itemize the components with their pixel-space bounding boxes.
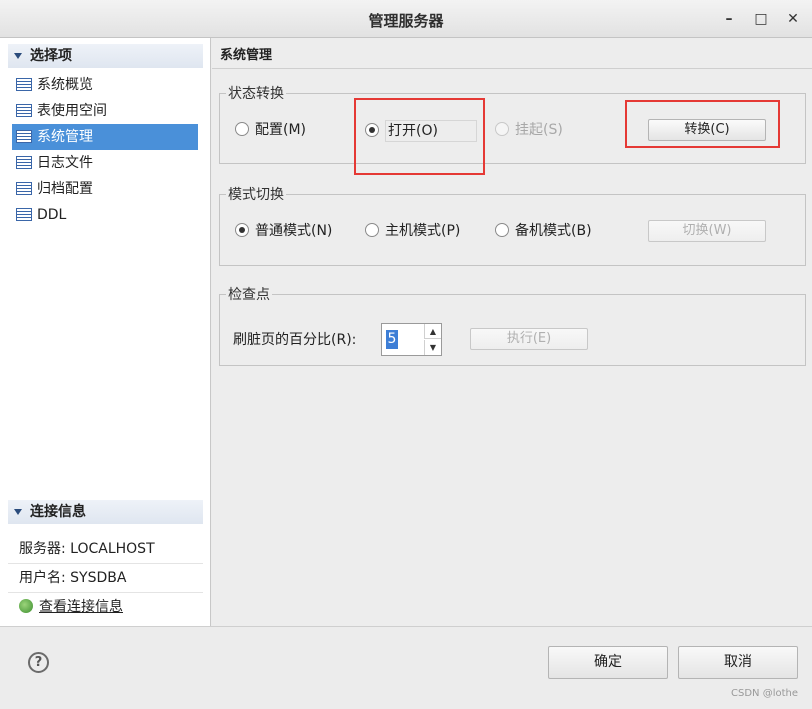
mode-switch-legend: 模式切换 (226, 184, 286, 204)
table-icon (16, 130, 32, 143)
watermark: CSDN @lothe (731, 688, 798, 699)
radio-icon (235, 122, 249, 136)
view-connection-link[interactable]: 查看连接信息 (8, 593, 203, 622)
options-header[interactable]: 选择项 (8, 44, 203, 68)
tree-item-system-management[interactable]: 系统管理 (12, 124, 198, 150)
title-bar: 管理服务器 – □ ✕ (0, 0, 812, 38)
spinner-down-icon[interactable]: ▼ (424, 340, 441, 355)
checkpoint-group: 检查点 刷脏页的百分比(R): 5 ▲ ▼ 执行(E) (219, 284, 806, 366)
table-icon (16, 156, 32, 169)
table-icon (16, 208, 32, 221)
window-title: 管理服务器 (368, 12, 444, 30)
tree-item-log-files[interactable]: 日志文件 (12, 150, 198, 176)
help-icon[interactable]: ? (28, 652, 49, 673)
checkpoint-legend: 检查点 (226, 284, 272, 304)
collapse-triangle-icon (14, 509, 22, 515)
table-icon (16, 104, 32, 117)
spinner-up-icon[interactable]: ▲ (424, 324, 441, 339)
connection-header[interactable]: 连接信息 (8, 500, 203, 524)
tree-item-table-space[interactable]: 表使用空间 (12, 98, 198, 124)
connection-icon (19, 599, 33, 613)
radio-icon (365, 223, 379, 237)
mode-switch-group: 模式切换 普通模式(N) 主机模式(P) 备机模式(B) 切换(W) (219, 184, 806, 266)
dirty-page-percent-spinner[interactable]: 5 ▲ ▼ (381, 323, 442, 356)
user-info: 用户名: SYSDBA (8, 564, 203, 593)
minimize-icon[interactable]: – (718, 8, 740, 30)
radio-standby-mode[interactable]: 备机模式(B) (495, 221, 592, 241)
radio-icon (495, 223, 509, 237)
left-pane: 选择项 系统概览 表使用空间 系统管理 日志文件 归档配置 DDL 连接信息 服… (0, 38, 211, 626)
ok-button[interactable]: 确定 (548, 646, 668, 679)
connection-info: 服务器: LOCALHOST 用户名: SYSDBA 查看连接信息 (8, 535, 203, 622)
maximize-icon[interactable]: □ (750, 8, 772, 30)
state-transition-legend: 状态转换 (226, 83, 286, 103)
radio-suspend: 挂起(S) (495, 120, 563, 140)
table-icon (16, 78, 32, 91)
execute-button: 执行(E) (470, 328, 588, 350)
close-icon[interactable]: ✕ (782, 8, 804, 30)
server-info: 服务器: LOCALHOST (8, 535, 203, 564)
footer-divider (0, 626, 812, 627)
highlight-box-open (354, 98, 485, 175)
spinner-value[interactable]: 5 (386, 330, 398, 349)
cancel-button[interactable]: 取消 (678, 646, 798, 679)
radio-primary-mode[interactable]: 主机模式(P) (365, 221, 460, 241)
radio-checked-icon (235, 223, 249, 237)
page-title: 系统管理 (220, 48, 273, 63)
radio-normal-mode[interactable]: 普通模式(N) (235, 221, 332, 241)
divider (212, 68, 812, 69)
highlight-box-convert (625, 100, 780, 148)
tree-item-overview[interactable]: 系统概览 (12, 72, 198, 98)
dirty-page-percent-label: 刷脏页的百分比(R): (233, 332, 357, 348)
collapse-triangle-icon (14, 53, 22, 59)
radio-config[interactable]: 配置(M) (235, 120, 306, 140)
tree-item-archive-config[interactable]: 归档配置 (12, 176, 198, 202)
table-icon (16, 182, 32, 195)
options-tree: 系统概览 表使用空间 系统管理 日志文件 归档配置 DDL (12, 72, 198, 228)
radio-icon (495, 122, 509, 136)
switch-button: 切换(W) (648, 220, 766, 242)
tree-item-ddl[interactable]: DDL (12, 202, 198, 228)
